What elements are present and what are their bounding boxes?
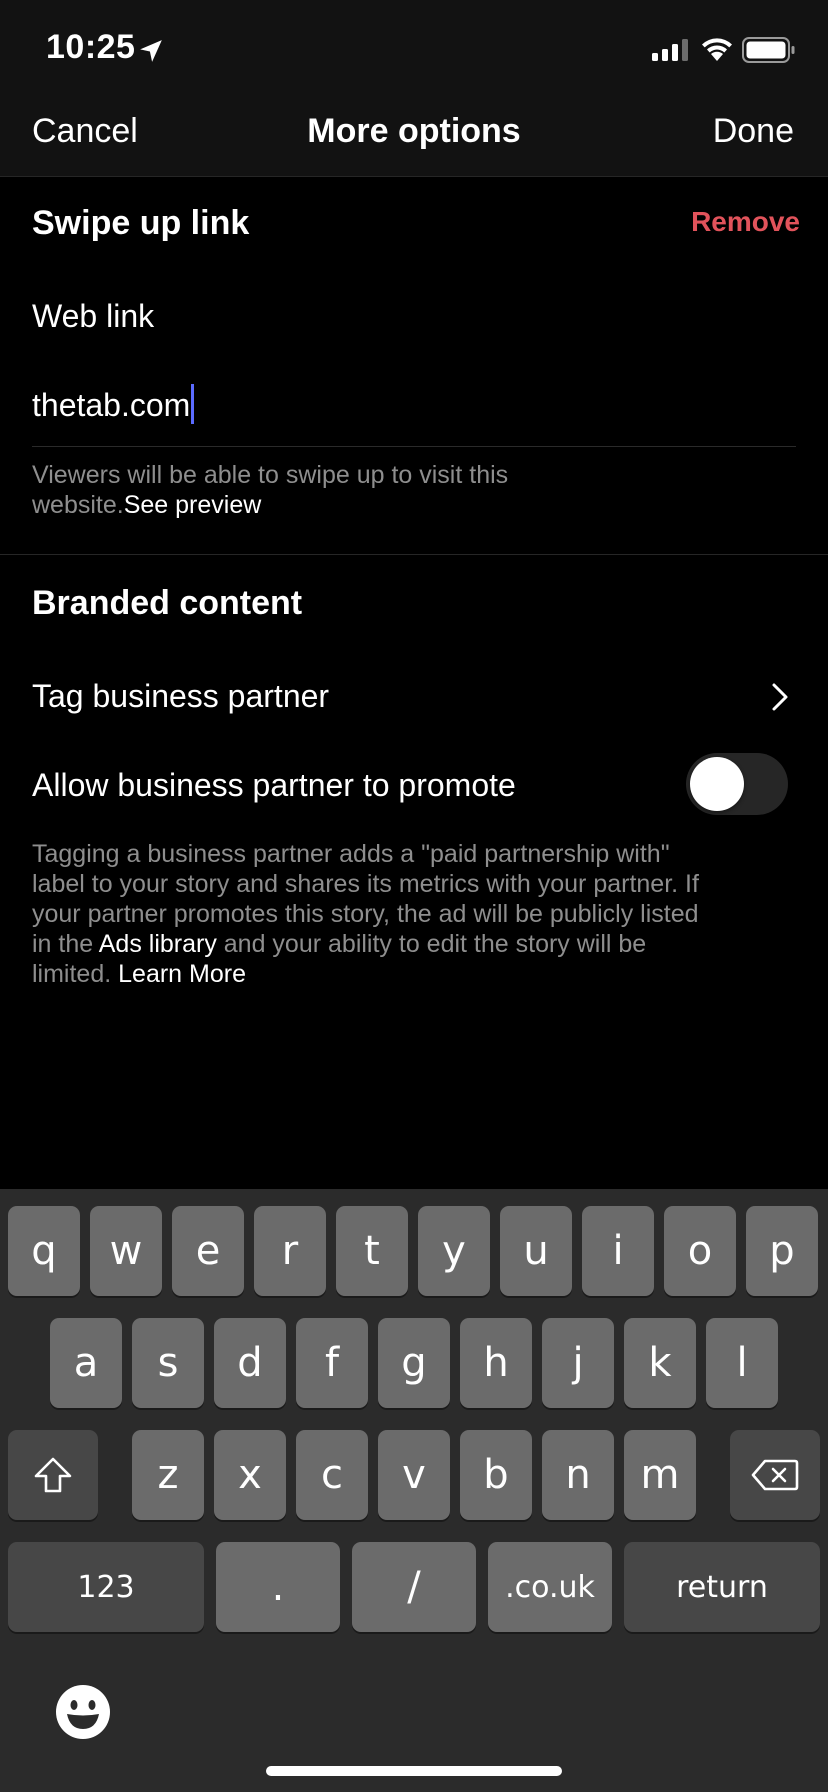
key-k[interactable]: k [624,1318,696,1408]
status-time: 10:25 [46,28,136,66]
key-g[interactable]: g [378,1318,450,1408]
done-button[interactable]: Done [713,112,794,151]
delete-key[interactable] [730,1430,820,1520]
ads-library-link[interactable]: Ads library [99,930,217,958]
page-title: More options [307,112,521,150]
home-indicator [266,1766,562,1776]
key-j[interactable]: j [542,1318,614,1408]
wifi-icon [702,38,732,61]
key-o[interactable]: o [664,1206,736,1296]
allow-promote-toggle[interactable] [686,753,788,815]
location-arrow-icon [140,40,162,62]
see-preview-link[interactable]: See preview [124,491,262,519]
battery-icon [742,37,795,63]
key-y[interactable]: y [418,1206,490,1296]
numbers-key[interactable]: 123 [8,1542,204,1632]
web-link-input[interactable]: thetab.com [32,384,195,424]
key-v[interactable]: v [378,1430,450,1520]
key-d[interactable]: d [214,1318,286,1408]
helper-line-1: Viewers will be able to swipe up to visi… [32,461,509,489]
learn-more-link[interactable]: Learn More [118,960,246,988]
key-domain[interactable]: .co.uk [488,1542,612,1632]
input-underline [32,446,796,447]
shift-arrow-icon [34,1457,72,1493]
backspace-icon [751,1459,799,1491]
key-m[interactable]: m [624,1430,696,1520]
cellular-signal-icon [652,39,688,61]
key-i[interactable]: i [582,1206,654,1296]
shift-key[interactable] [8,1430,98,1520]
key-q[interactable]: q [8,1206,80,1296]
key-c[interactable]: c [296,1430,368,1520]
key-x[interactable]: x [214,1430,286,1520]
info-line-5-pre: limited. [32,960,119,988]
chevron-right-icon [772,683,788,711]
key-z[interactable]: z [132,1430,204,1520]
key-p[interactable]: p [746,1206,818,1296]
key-s[interactable]: s [132,1318,204,1408]
info-line-4-pre: in the [32,930,99,958]
info-line-1: Tagging a business partner adds a "paid … [32,840,670,868]
toggle-knob [690,757,744,811]
allow-promote-label: Allow business partner to promote [32,767,516,803]
key-w[interactable]: w [90,1206,162,1296]
remove-button[interactable]: Remove [691,206,800,238]
swipe-up-helper-text: Viewers will be able to swipe up to visi… [32,460,508,520]
key-r[interactable]: r [254,1206,326,1296]
key-a[interactable]: a [50,1318,122,1408]
key-e[interactable]: e [172,1206,244,1296]
key-u[interactable]: u [500,1206,572,1296]
key-h[interactable]: h [460,1318,532,1408]
key-t[interactable]: t [336,1206,408,1296]
helper-line-2: website. [32,491,124,519]
branded-info-text: Tagging a business partner adds a "paid … [32,839,699,989]
tag-business-partner-label: Tag business partner [32,678,330,714]
key-n[interactable]: n [542,1430,614,1520]
info-line-3: your partner promotes this story, the ad… [32,900,699,928]
swipe-up-section-title: Swipe up link [32,204,250,242]
key-slash[interactable]: / [352,1542,476,1632]
section-divider [0,554,828,555]
emoji-face-icon[interactable] [54,1683,112,1741]
text-caret [191,384,195,424]
key-l[interactable]: l [706,1318,778,1408]
key-f[interactable]: f [296,1318,368,1408]
key-b[interactable]: b [460,1430,532,1520]
web-link-label: Web link [32,298,155,334]
info-line-4-post: and your ability to edit the story will … [216,930,647,958]
info-line-2: label to your story and shares its metri… [32,870,699,898]
web-link-value: thetab.com [32,387,191,423]
branded-content-title: Branded content [32,584,303,622]
return-key[interactable]: return [624,1542,820,1632]
key-dot[interactable]: . [216,1542,340,1632]
